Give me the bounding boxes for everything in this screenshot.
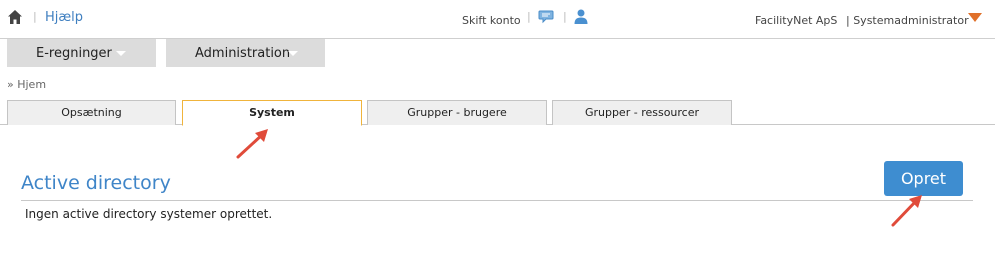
header-separator: | — [563, 10, 567, 23]
user-icon[interactable] — [574, 9, 588, 24]
annotation-arrow-icon — [891, 195, 922, 227]
home-icon[interactable] — [7, 9, 23, 25]
header-separator: | — [33, 10, 37, 23]
help-link[interactable]: Hjælp — [45, 10, 83, 25]
menu-e-regninger[interactable]: E-regninger — [7, 39, 156, 67]
breadcrumb[interactable]: » Hjem — [7, 78, 46, 91]
user-role: | Systemadministrator — [846, 14, 969, 27]
switch-account-link[interactable]: Skift konto — [462, 14, 521, 27]
tab-grupper-brugere[interactable]: Grupper - brugere — [367, 100, 547, 125]
tab-system[interactable]: System — [182, 100, 362, 126]
top-bar: | Hjælp Skift konto | | FacilityNet ApS … — [0, 0, 995, 39]
tab-grupper-ressourcer[interactable]: Grupper - ressourcer — [552, 100, 732, 125]
menu-administration[interactable]: Administration — [166, 39, 325, 67]
annotation-arrow-icon — [236, 129, 268, 159]
chevron-down-icon — [116, 51, 126, 56]
menu-label: Administration — [195, 45, 291, 61]
tab-opsaetning[interactable]: Opsætning — [7, 100, 176, 125]
header-separator: | — [527, 10, 531, 23]
chat-icon[interactable] — [538, 10, 554, 24]
section-divider — [21, 200, 973, 201]
chevron-down-icon — [288, 51, 298, 56]
section-title: Active directory — [21, 172, 171, 194]
empty-message: Ingen active directory systemer oprettet… — [25, 207, 273, 221]
chevron-down-icon[interactable] — [968, 13, 982, 22]
company-name: FacilityNet ApS — [755, 14, 838, 27]
menu-label: E-regninger — [36, 45, 112, 61]
